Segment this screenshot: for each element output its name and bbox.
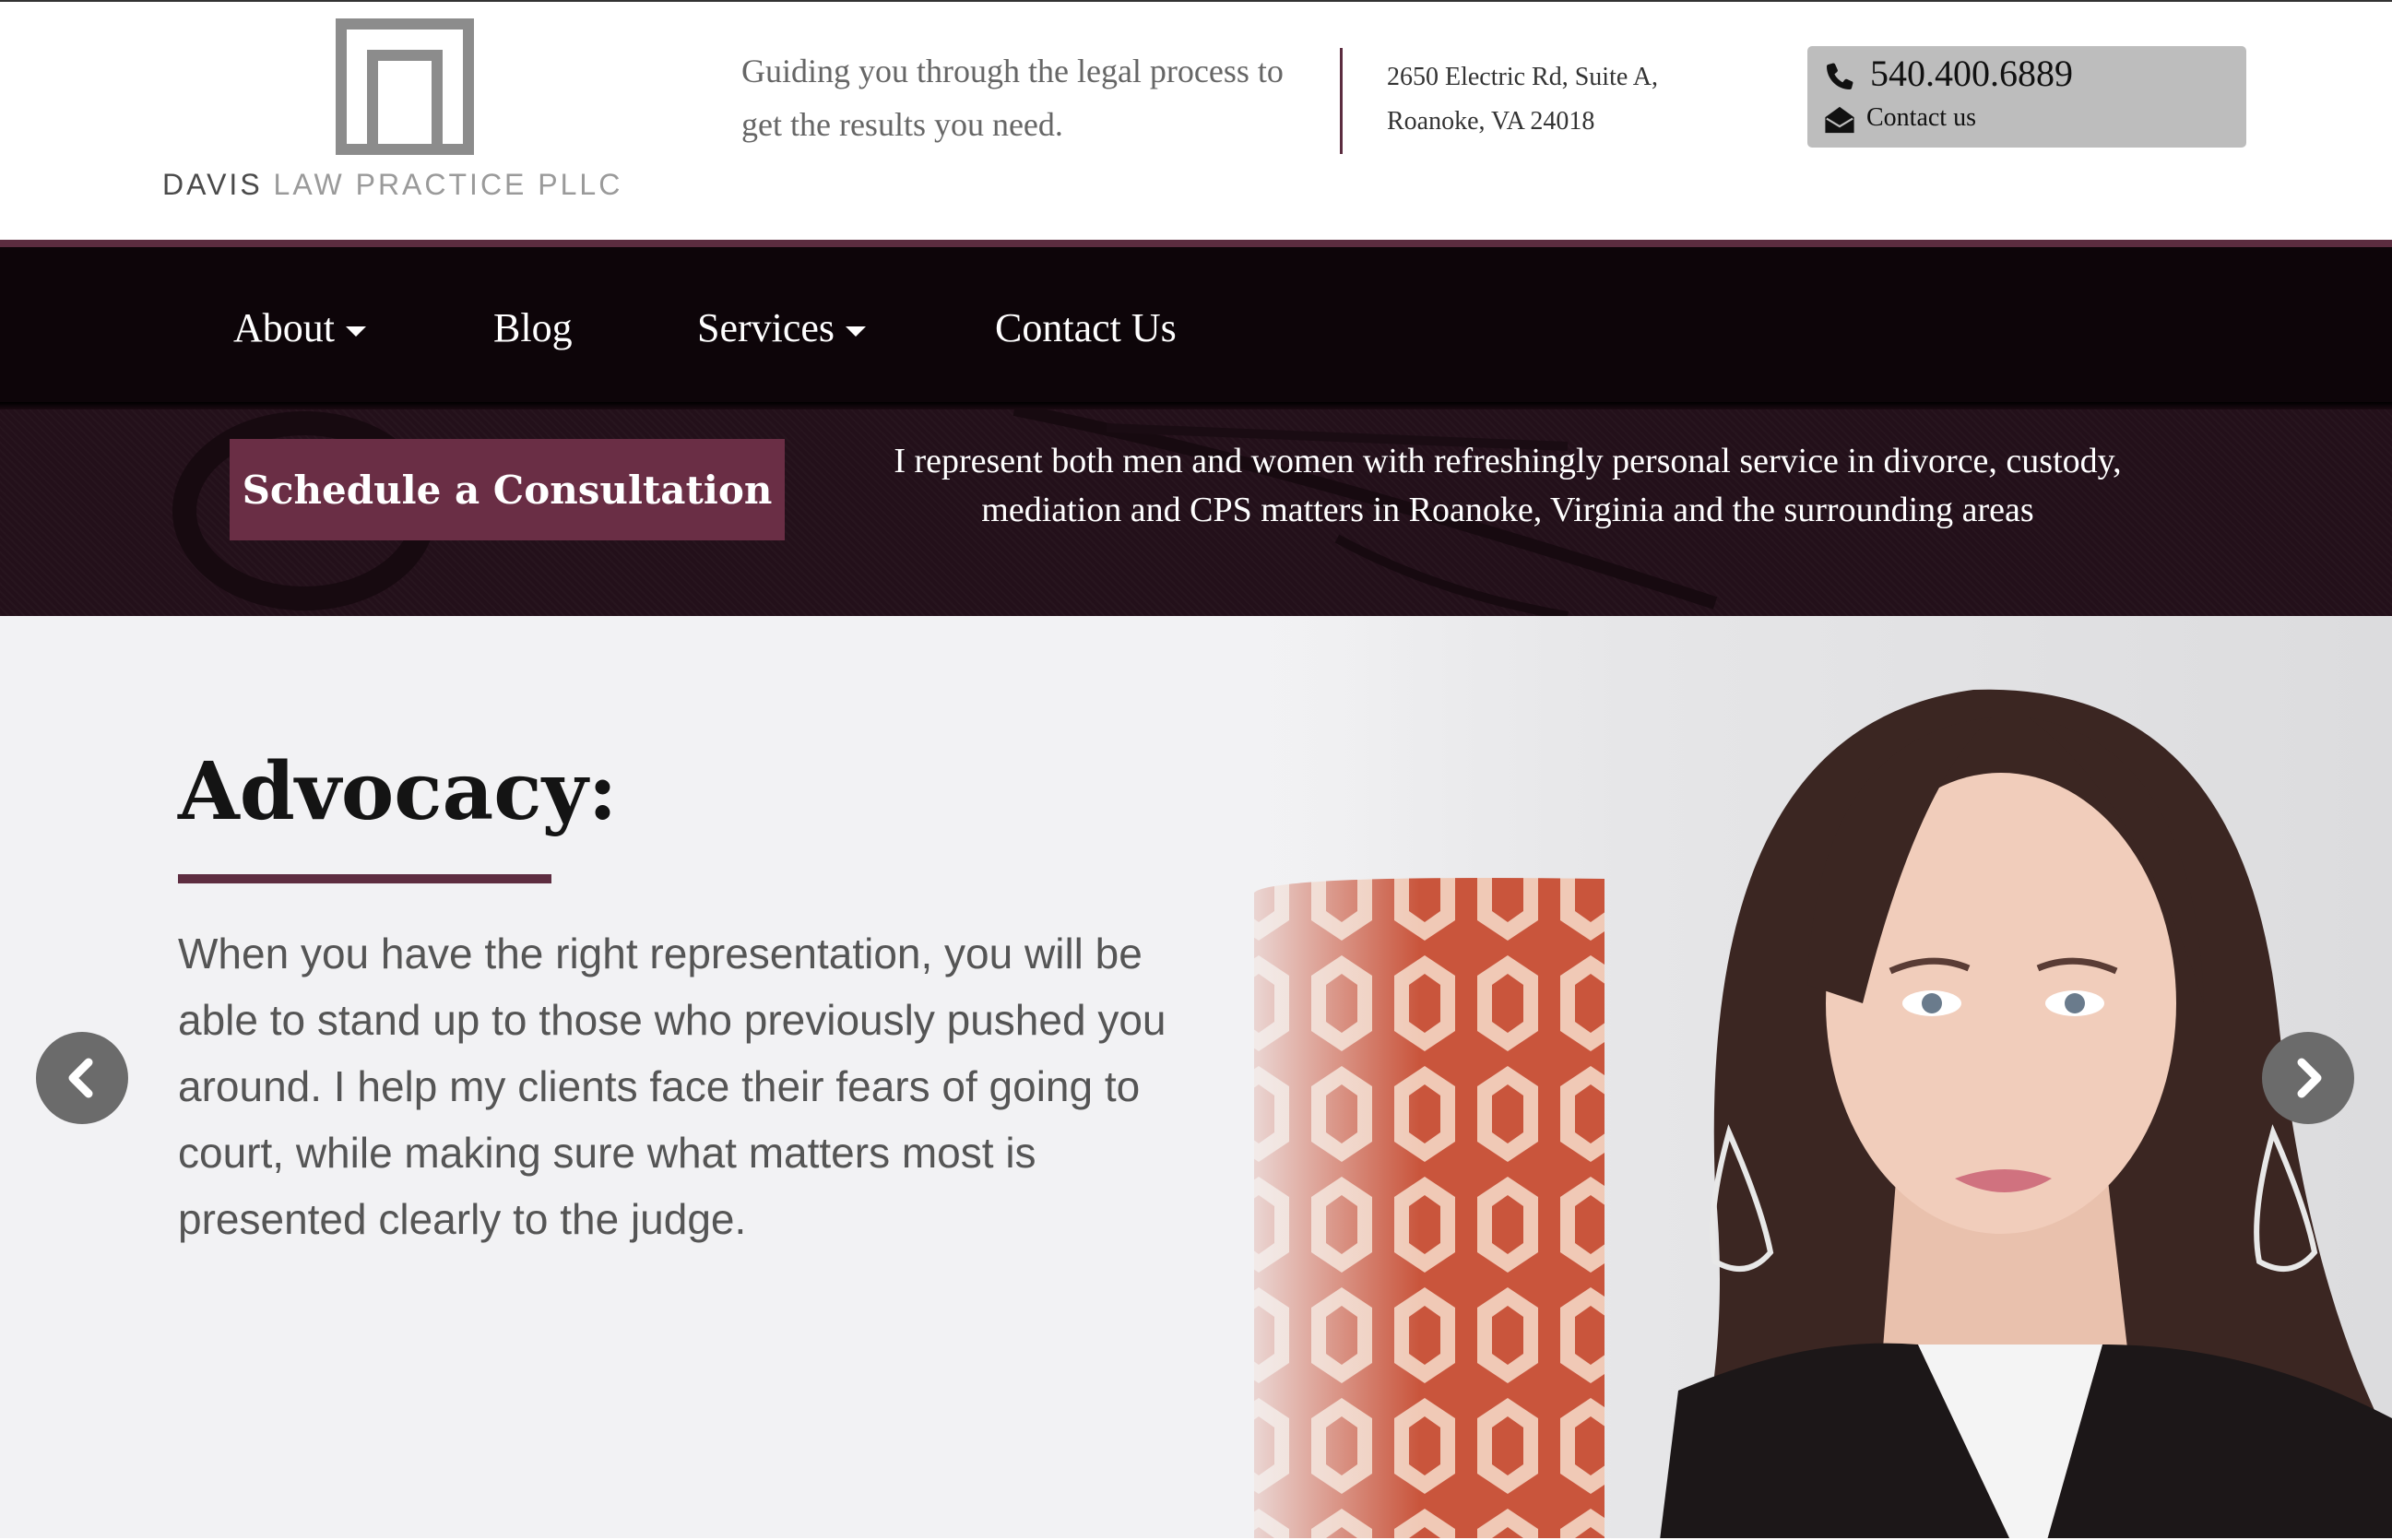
hero-title: Advocacy:	[178, 745, 618, 838]
nav-item-services[interactable]: Services	[697, 247, 867, 409]
site-header: DAVIS LAW PRACTICE PLLC Guiding you thro…	[0, 2, 2392, 240]
chevron-right-icon	[2297, 1058, 2322, 1098]
logo-name-rest: LAW PRACTICE PLLC	[262, 168, 623, 201]
caret-down-icon	[846, 326, 867, 338]
carousel-prev-button[interactable]	[36, 1032, 128, 1124]
hero-title-underline	[178, 874, 551, 883]
nav-top-border	[0, 240, 2392, 247]
header-divider	[1340, 48, 1343, 154]
nav-label-blog: Blog	[493, 305, 573, 350]
logo-mark-icon	[336, 18, 474, 155]
contact-us-link[interactable]: Contact us	[1866, 103, 1976, 133]
address-line-2: Roanoke, VA 24018	[1387, 107, 1595, 136]
attorney-portrait-image	[1217, 616, 2392, 1540]
hero-body-text: When you have the right representation, …	[178, 930, 1166, 1243]
site-logo[interactable]: DAVIS LAW PRACTICE PLLC	[162, 18, 642, 212]
nav-item-blog[interactable]: Blog	[493, 247, 573, 409]
office-address: 2650 Electric Rd, Suite A, Roanoke, VA 2…	[1387, 55, 1737, 144]
address-line-1: 2650 Electric Rd, Suite A,	[1387, 63, 1658, 91]
phone-icon	[1827, 63, 1853, 89]
hero-carousel: Advocacy: When you have the right repres…	[0, 616, 2392, 1540]
nav-label-about: About	[233, 305, 335, 350]
main-nav: About Blog Services Contact Us	[0, 247, 2392, 409]
nav-item-contact-us[interactable]: Contact Us	[995, 247, 1177, 409]
consultation-banner: Schedule a Consultation I represent both…	[0, 409, 2392, 616]
chevron-left-icon	[68, 1058, 93, 1098]
caret-down-icon	[346, 326, 366, 338]
nav-label-contact-us: Contact Us	[995, 305, 1177, 350]
carousel-next-button[interactable]	[2262, 1032, 2354, 1124]
logo-name-strong: DAVIS	[162, 168, 263, 201]
phone-number-link[interactable]: 540.400.6889	[1870, 52, 2073, 95]
site-tagline: Guiding you through the legal process to…	[741, 53, 1284, 143]
schedule-consultation-button[interactable]: Schedule a Consultation	[230, 439, 785, 540]
contact-box: 540.400.6889 Contact us	[1807, 46, 2246, 148]
logo-wordmark: DAVIS LAW PRACTICE PLLC	[162, 168, 642, 202]
nav-shadow	[0, 402, 2392, 409]
banner-description: I represent both men and women with refr…	[894, 442, 2122, 529]
nav-label-services: Services	[697, 305, 835, 350]
nav-item-about[interactable]: About	[233, 247, 366, 409]
envelope-icon	[1825, 106, 1854, 134]
